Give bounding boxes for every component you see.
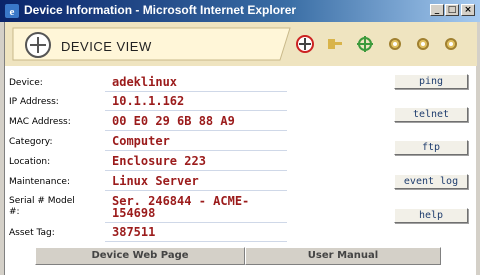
field-value: Linux Server [112,174,199,188]
user-manual-button[interactable]: User Manual [245,247,441,265]
title-bar: e Device Information - Microsoft Interne… [0,0,480,22]
minimize-icon: _ [434,5,440,15]
field-value: 00 E0 29 6B 88 A9 [112,114,235,128]
maximize-icon: □ [447,5,457,15]
ie-icon: e [5,4,19,18]
header-title: DEVICE VIEW [61,39,152,54]
field-underline [105,150,287,151]
field-label: MAC Address: [9,117,71,127]
header-bar: DEVICE VIEW [5,22,477,66]
field-label: Asset Tag: [9,228,55,238]
home-icon[interactable] [295,34,315,54]
maximize-button[interactable]: □ [445,4,459,16]
ftp-button[interactable]: ftp [394,140,468,155]
close-button[interactable]: × [461,4,475,16]
telnet-button[interactable]: telnet [394,107,468,122]
field-value: Enclosure 223 [112,154,206,168]
field-label: Location: [9,157,51,167]
field-value: adeklinux [112,75,178,89]
field-value: 10.1.1.162 [112,94,185,108]
device-web-page-button[interactable]: Device Web Page [35,247,245,265]
field-value-line2: 154698 [112,206,156,220]
field-label-line2: #: [9,207,20,217]
settings-icon[interactable] [385,34,405,54]
gear-icon[interactable] [413,34,433,54]
close-icon: × [464,5,472,15]
window-title: Device Information - Microsoft Internet … [24,3,297,17]
field-label: IP Address: [9,97,59,107]
field-underline [105,130,287,131]
field-value: Computer [112,134,170,148]
svg-text:e: e [10,6,15,18]
tools-icon[interactable] [441,34,461,54]
field-label: Category: [9,137,53,147]
field-underline [105,241,287,242]
field-label: Maintenance: [9,177,70,187]
minimize-button[interactable]: _ [430,4,444,16]
network-icon[interactable] [355,34,375,54]
ping-button[interactable]: ping [394,74,468,89]
field-underline [105,222,287,223]
field-underline [105,170,287,171]
device-view-logo-icon [25,32,51,58]
field-underline [105,110,287,111]
field-label-line1: Serial # Model [9,196,75,206]
key-icon[interactable] [325,34,345,54]
help-button[interactable]: help [394,208,468,223]
event-log-button[interactable]: event log [394,174,468,189]
field-value: 387511 [112,225,156,239]
field-underline [105,190,287,191]
field-underline [105,91,287,92]
page-content: DEVICE VIEW Device: adeklinux IP Address… [4,22,477,275]
field-label: Device: [9,78,43,88]
